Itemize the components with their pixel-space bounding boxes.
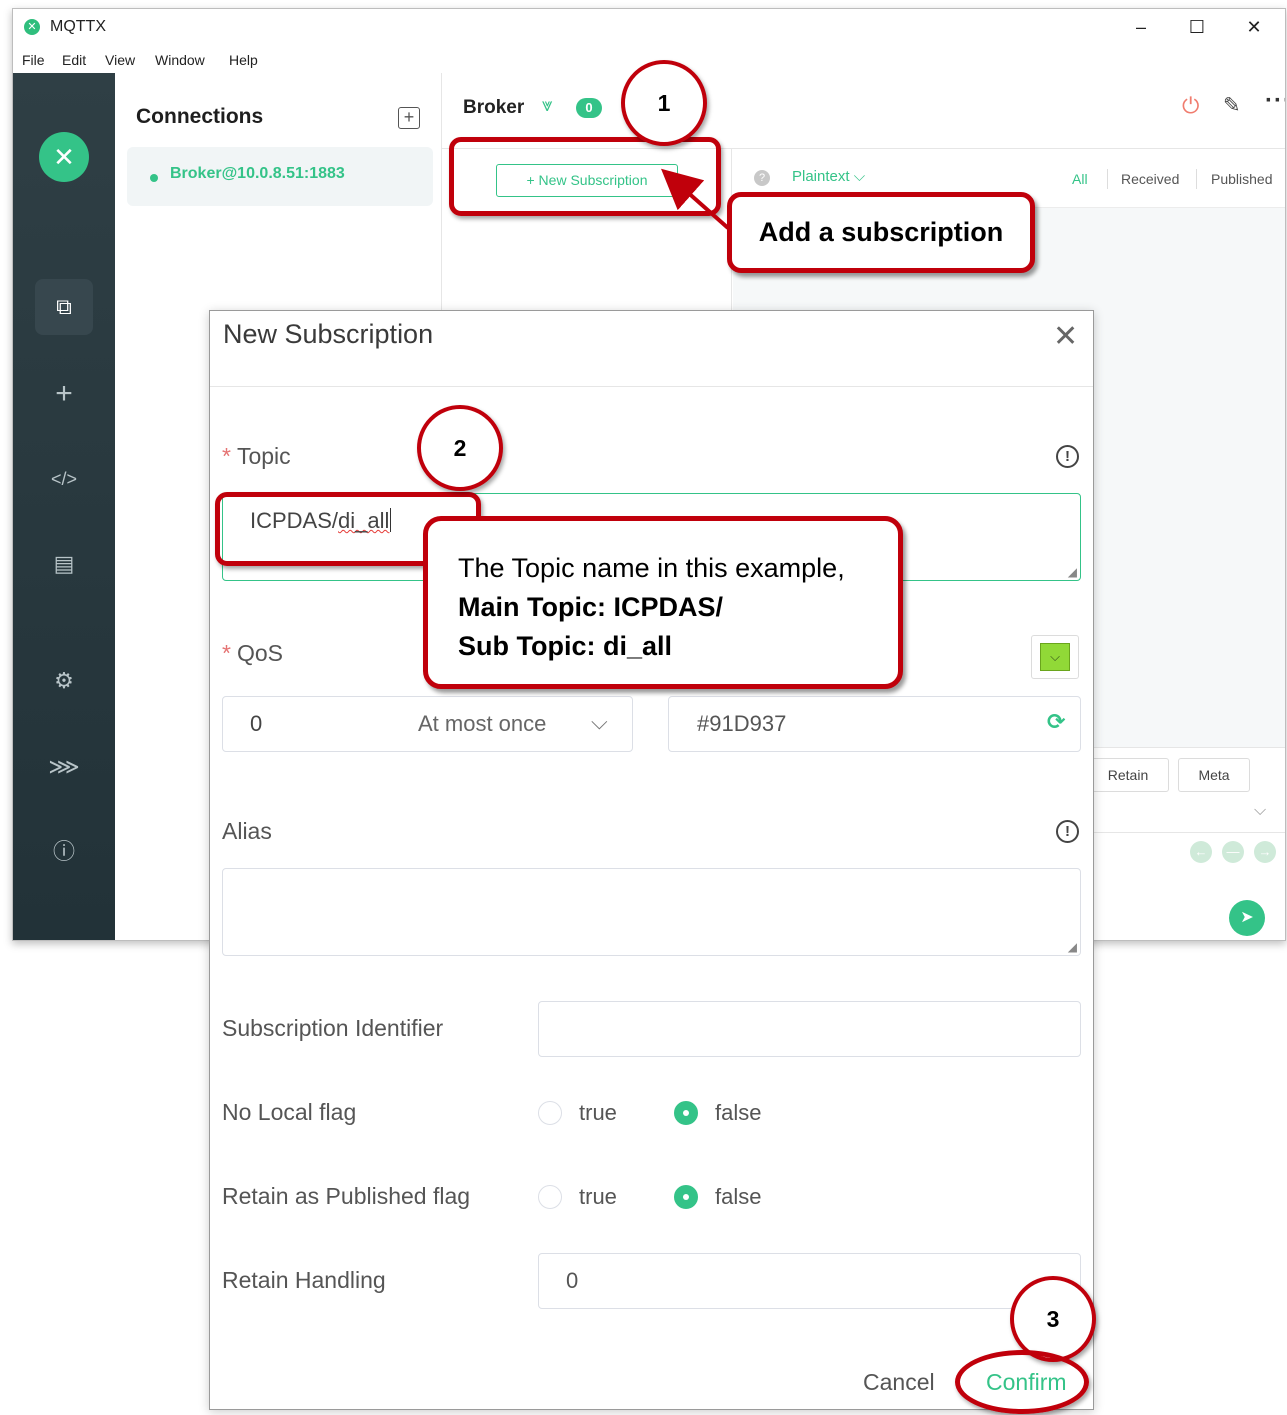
callout-topic-explanation: The Topic name in this example, Main Top… [423,516,903,689]
more-options-icon[interactable]: ··· [1265,87,1285,115]
alias-info-icon[interactable]: ! [1056,820,1079,843]
step-2-marker: 2 [417,405,503,491]
callout-line-2: Main Topic: ICPDAS/ [458,592,724,622]
disconnect-power-icon[interactable]: ⏻ [1182,93,1199,119]
connection-item[interactable]: Broker@10.0.8.51:1883 [127,147,433,206]
new-subscription-dialog: New Subscription ✕ * Topic ! ICPDAS/di_al… [209,310,1094,1410]
refresh-color-icon[interactable]: ⟳ [1047,709,1065,735]
maximize-button[interactable]: ☐ [1182,15,1212,39]
retain-published-true-radio[interactable] [538,1185,562,1209]
retain-published-false-label[interactable]: false [715,1184,761,1210]
title-bar: ✕ MQTTX – ☐ ✕ [13,9,1285,46]
filter-received-tab[interactable]: Received [1121,171,1179,187]
menu-view[interactable]: View [105,52,135,68]
required-mark: * [222,443,231,469]
app-title: MQTTX [50,18,106,35]
broker-title: Broker [463,97,525,118]
connections-icon[interactable]: ⧉ [35,279,93,335]
settings-icon[interactable]: ⚙ [35,653,93,709]
retain-handling-label: Retain Handling [222,1267,386,1293]
retain-handling-value: 0 [566,1268,579,1293]
callout-line-1: The Topic name in this example, [458,553,845,583]
subscription-feed-icon[interactable]: ⋙ [35,739,93,795]
qos-label: * QoS [222,640,283,667]
next-arrow-icon[interactable]: → [1254,841,1276,863]
dialog-close-icon[interactable]: ✕ [1053,319,1078,354]
minimize-button[interactable]: – [1126,15,1156,39]
menu-help[interactable]: Help [229,52,258,68]
color-swatch: ⌵ [1040,643,1070,671]
app-logo-icon: ✕ [24,19,40,35]
no-local-flag-label: No Local flag [222,1099,357,1125]
clear-dash-icon[interactable]: — [1222,841,1244,863]
new-connection-icon[interactable]: + [35,366,93,422]
dialog-divider [210,386,1093,387]
connection-status-dot [150,174,158,182]
step-1-marker: 1 [621,60,707,146]
resize-handle[interactable]: ◢ [1068,565,1077,579]
filter-divider [1196,169,1197,189]
menu-window[interactable]: Window [155,52,205,68]
menu-edit[interactable]: Edit [62,52,86,68]
qos-description: At most once [418,711,547,736]
color-value: #91D937 [697,711,787,736]
mqttx-logo-icon: ✕ [39,132,89,182]
retain-chip[interactable]: Retain [1087,758,1169,792]
payload-type-select[interactable]: Plaintext ⌵ [792,168,865,185]
filter-published-tab[interactable]: Published [1211,171,1273,187]
retain-published-true-label[interactable]: true [579,1184,617,1210]
alias-input[interactable]: ◢ [222,868,1081,956]
callout-line-3: Sub Topic: di_all [458,631,673,661]
meta-chip[interactable]: Meta [1178,758,1250,792]
required-mark: * [222,640,231,666]
previous-arrow-icon[interactable]: ← [1190,841,1212,863]
connections-title: Connections [136,105,264,128]
close-window-button[interactable]: ✕ [1239,15,1269,39]
filter-all-tab[interactable]: All [1072,171,1088,187]
log-icon[interactable]: ▤ [35,536,93,592]
no-local-true-label[interactable]: true [579,1100,617,1126]
retain-published-false-radio[interactable] [674,1185,698,1209]
retain-handling-input[interactable]: 0 [538,1253,1081,1309]
subscription-identifier-label: Subscription Identifier [222,1015,444,1041]
no-local-false-radio[interactable] [674,1101,698,1125]
annotation-ellipse-confirm [955,1350,1089,1414]
send-message-button[interactable]: ➤ [1229,900,1265,936]
collapse-chevron-icon[interactable]: ⩔ [542,95,553,117]
connection-name: Broker@10.0.8.51:1883 [170,165,345,182]
resize-handle[interactable]: ◢ [1068,940,1077,954]
subscription-identifier-input[interactable] [538,1001,1081,1057]
annotation-box-new-subscription [449,137,721,216]
subscription-count-badge: 0 [576,98,602,118]
retain-as-published-label: Retain as Published flag [222,1183,471,1209]
cancel-button[interactable]: Cancel [863,1369,935,1396]
no-local-true-radio[interactable] [538,1101,562,1125]
filter-divider [1107,169,1108,189]
no-local-false-label[interactable]: false [715,1100,761,1126]
dialog-title: New Subscription [223,319,434,349]
chevron-down-icon: ⌵ [591,709,608,734]
help-icon[interactable]: ? [754,170,770,186]
callout-add-subscription: Add a subscription [727,192,1035,273]
expand-chevron-icon[interactable]: ⌵ [1254,802,1266,820]
alias-label: Alias [222,818,272,844]
menu-file[interactable]: File [22,52,45,68]
qos-value: 0 [250,711,263,736]
script-icon[interactable]: </> [35,451,93,507]
add-connection-button[interactable]: + [398,107,420,129]
sidebar: ✕ ⧉ + </> ▤ ⚙ ⋙ ⓘ [13,73,115,940]
qos-select[interactable]: 0 At most once ⌵ [222,696,633,752]
qos-label-text: QoS [236,640,283,666]
topic-label: * Topic [222,443,291,470]
topic-info-icon[interactable]: ! [1056,445,1079,468]
about-icon[interactable]: ⓘ [35,824,93,880]
topic-label-text: Topic [236,443,291,469]
color-picker-button[interactable]: ⌵ [1031,635,1079,679]
edit-connection-icon[interactable]: ✎ [1223,93,1241,118]
color-input[interactable]: #91D937 ⟳ [668,696,1081,752]
